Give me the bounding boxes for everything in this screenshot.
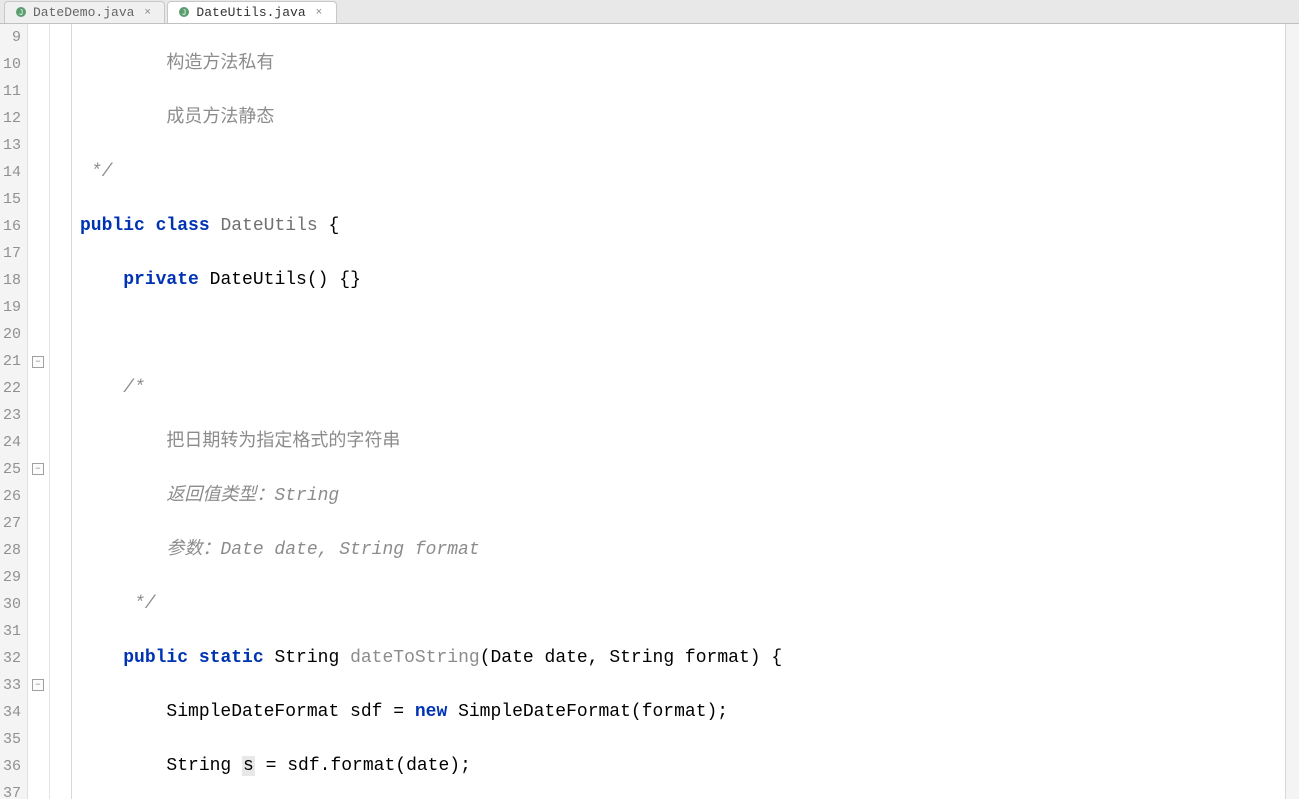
- line-number: 34: [0, 699, 21, 726]
- line-number: 26: [0, 483, 21, 510]
- line-number: 17: [0, 240, 21, 267]
- tab-dateutils[interactable]: J DateUtils.java ×: [167, 1, 336, 23]
- line-number: 13: [0, 132, 21, 159]
- editor-container: J DateDemo.java × J DateUtils.java × 910…: [0, 0, 1299, 799]
- tab-label: DateDemo.java: [33, 5, 134, 20]
- vertical-scrollbar[interactable]: [1285, 24, 1299, 799]
- line-number: 12: [0, 105, 21, 132]
- line-number: 29: [0, 564, 21, 591]
- line-number: 30: [0, 591, 21, 618]
- tab-label: DateUtils.java: [196, 5, 305, 20]
- java-file-icon: J: [178, 6, 190, 18]
- code-area: 9101112131415161718192021222324252627282…: [0, 24, 1299, 799]
- svg-text:J: J: [182, 9, 187, 18]
- line-number: 27: [0, 510, 21, 537]
- variable-highlight: s: [242, 756, 255, 776]
- line-number: 31: [0, 618, 21, 645]
- line-number: 36: [0, 753, 21, 780]
- line-number: 10: [0, 51, 21, 78]
- fold-marker-icon[interactable]: −: [32, 356, 44, 368]
- fold-marker-icon[interactable]: −: [32, 463, 44, 475]
- close-icon[interactable]: ×: [144, 7, 154, 17]
- tab-datedemo[interactable]: J DateDemo.java ×: [4, 1, 165, 23]
- fold-gutter: − − −: [28, 24, 50, 799]
- line-number: 19: [0, 294, 21, 321]
- line-number: 25: [0, 456, 21, 483]
- line-number: 32: [0, 645, 21, 672]
- line-number: 23: [0, 402, 21, 429]
- line-number: 33: [0, 672, 21, 699]
- line-number-gutter: 9101112131415161718192021222324252627282…: [0, 24, 28, 799]
- line-number: 37: [0, 780, 21, 799]
- line-number: 21: [0, 348, 21, 375]
- line-number: 22: [0, 375, 21, 402]
- line-number: 14: [0, 159, 21, 186]
- java-file-icon: J: [15, 6, 27, 18]
- line-number: 24: [0, 429, 21, 456]
- tabs-bar: J DateDemo.java × J DateUtils.java ×: [0, 0, 1299, 24]
- code-content[interactable]: 构造方法私有 成员方法静态 */ public class DateUtils …: [72, 24, 1299, 799]
- line-number: 18: [0, 267, 21, 294]
- line-number: 9: [0, 24, 21, 51]
- line-number: 28: [0, 537, 21, 564]
- line-number: 15: [0, 186, 21, 213]
- line-number: 11: [0, 78, 21, 105]
- line-number: 16: [0, 213, 21, 240]
- line-number: 35: [0, 726, 21, 753]
- close-icon[interactable]: ×: [316, 7, 326, 17]
- margin-gutter: [50, 24, 72, 799]
- fold-marker-icon[interactable]: −: [32, 679, 44, 691]
- line-number: 20: [0, 321, 21, 348]
- svg-text:J: J: [19, 9, 24, 18]
